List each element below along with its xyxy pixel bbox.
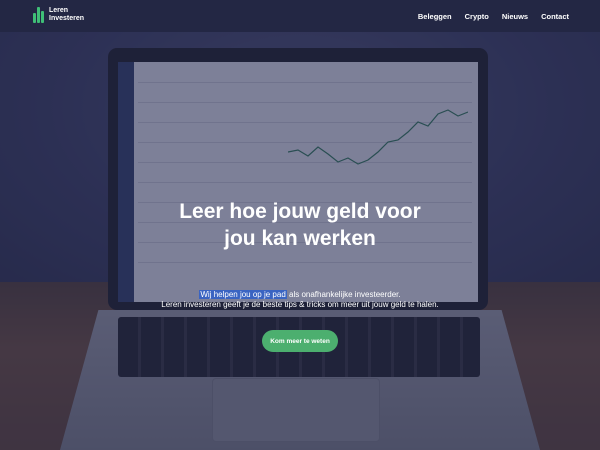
nav-beleggen[interactable]: Beleggen <box>418 12 452 21</box>
main-nav: Beleggen Crypto Nieuws Contact <box>405 12 569 21</box>
nav-contact[interactable]: Contact <box>541 12 569 21</box>
nav-crypto[interactable]: Crypto <box>465 12 489 21</box>
hero-section: Leer hoe jouw geld voor jou kan werken W… <box>0 32 600 450</box>
logo-line2: Investeren <box>49 15 85 22</box>
logo[interactable]: Leren Investeren <box>33 7 84 23</box>
hero-subtitle-highlight: Wij helpen jou op je pad <box>199 290 287 299</box>
hero-subtitle: Wij helpen jou op je pad als onafhankeli… <box>0 290 600 310</box>
hero-subtitle-rest: als onafhankelijke investeerder. <box>286 290 401 299</box>
cta-learn-more-button[interactable]: Kom meer te weten <box>262 330 338 352</box>
hero-subtitle-line2: Leren investeren geeft je de beste tips … <box>161 300 439 309</box>
hero-title-line2: jou kan werken <box>224 227 376 250</box>
hero-title: Leer hoe jouw geld voor jou kan werken <box>0 198 600 252</box>
logo-chart-icon <box>33 7 45 23</box>
hero-title-line1: Leer hoe jouw geld voor <box>179 200 421 223</box>
nav-nieuws[interactable]: Nieuws <box>502 12 528 21</box>
logo-line1: Leren <box>49 7 69 14</box>
site-header: Leren Investeren Beleggen Crypto Nieuws … <box>0 0 600 32</box>
logo-text: Leren Investeren <box>49 7 84 23</box>
